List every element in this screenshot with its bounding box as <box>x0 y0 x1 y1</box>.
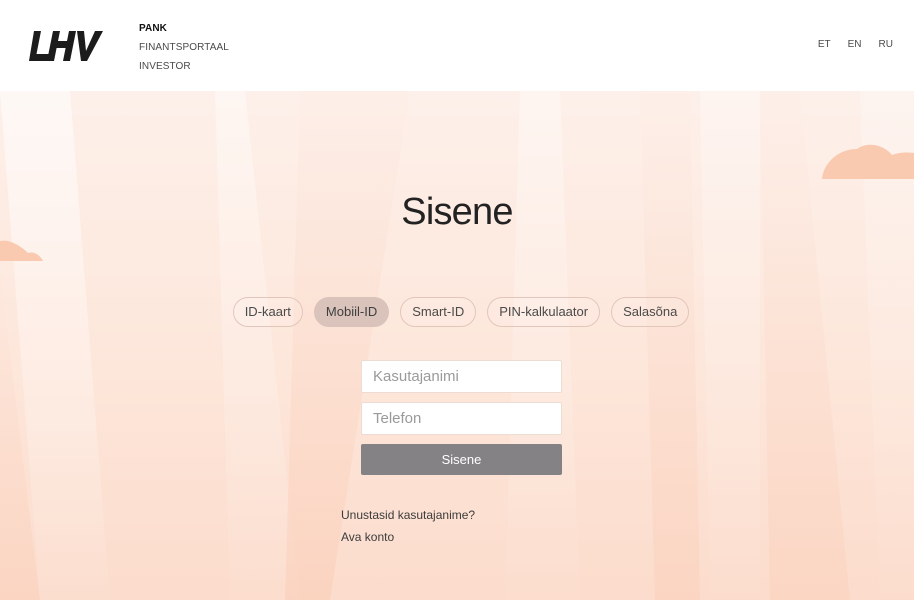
tab-mobiil-id[interactable]: Mobiil-ID <box>313 297 390 327</box>
tab-salasona[interactable]: Salasõna <box>611 297 690 327</box>
tab-pin-kalkulaator[interactable]: PIN-kalkulaator <box>487 297 601 327</box>
nav-item-investor[interactable]: INVESTOR <box>139 57 229 76</box>
open-account-link[interactable]: Ava konto <box>341 526 475 548</box>
nav-item-finantsportaal[interactable]: FINANTSPORTAAL <box>139 38 229 57</box>
help-links: Unustasid kasutajanime? Ava konto <box>341 504 475 548</box>
page-title: Sisene <box>401 191 513 233</box>
forgot-username-link[interactable]: Unustasid kasutajanime? <box>341 504 475 526</box>
language-en[interactable]: EN <box>848 39 862 50</box>
language-et[interactable]: ET <box>818 39 831 50</box>
lhv-logo[interactable] <box>29 31 103 61</box>
login-method-tabs: ID-kaart Mobiil-ID Smart-ID PIN-kalkulaa… <box>0 297 914 327</box>
tab-smart-id[interactable]: Smart-ID <box>400 297 477 327</box>
nav-item-pank[interactable]: PANK <box>139 19 229 38</box>
language-switcher: ET EN RU <box>801 39 893 50</box>
language-ru[interactable]: RU <box>879 39 893 50</box>
top-header: PANK FINANTSPORTAAL INVESTOR ET EN RU <box>0 0 914 91</box>
username-input[interactable] <box>361 360 562 393</box>
tab-id-kaart[interactable]: ID-kaart <box>232 297 303 327</box>
lhv-logo-mark <box>29 31 103 61</box>
portal-nav: PANK FINANTSPORTAAL INVESTOR <box>139 19 229 76</box>
mobile-id-login-form: Sisene <box>361 360 562 475</box>
phone-input[interactable] <box>361 402 562 435</box>
login-submit-button[interactable]: Sisene <box>361 444 562 475</box>
